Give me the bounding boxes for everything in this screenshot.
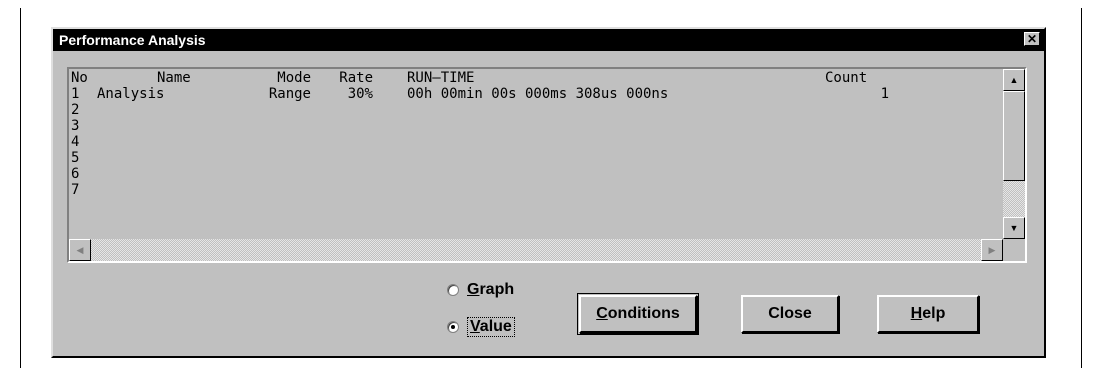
cell-mode: Range: [268, 86, 311, 102]
scroll-left-icon[interactable]: ◀: [69, 239, 91, 261]
graph-radio-icon[interactable]: [447, 284, 459, 296]
results-listbox[interactable]: No Name Mode Rate RUN–TIME Count 1 Analys…: [67, 67, 1027, 263]
table-row[interactable]: 3: [71, 118, 1001, 134]
table-row[interactable]: 4: [71, 134, 1001, 150]
close-button[interactable]: Close: [741, 295, 839, 333]
results-table: No Name Mode Rate RUN–TIME Count 1 Analys…: [71, 70, 1001, 239]
table-row[interactable]: 7: [71, 182, 1001, 198]
table-header-row: No Name Mode Rate RUN–TIME Count: [71, 70, 1001, 86]
graph-radio-option[interactable]: Graph: [447, 281, 514, 299]
cell-no: 3: [71, 118, 80, 134]
header-mode: Mode: [277, 70, 311, 86]
cell-no: 1: [71, 86, 80, 102]
value-radio-label: Value: [467, 317, 515, 337]
cell-no: 2: [71, 102, 80, 118]
header-rate: Rate: [339, 70, 373, 86]
vertical-scrollbar[interactable]: ▲ ▼: [1003, 69, 1025, 239]
graph-radio-label: Graph: [467, 281, 515, 298]
scrollbar-corner: [1003, 239, 1025, 261]
scroll-right-icon[interactable]: ▶: [981, 239, 1003, 261]
value-radio-option[interactable]: Value: [447, 317, 515, 337]
window-title: Performance Analysis: [59, 32, 206, 48]
header-name: Name: [157, 70, 191, 86]
cell-name: Analysis: [97, 86, 165, 102]
scroll-up-icon[interactable]: ▲: [1003, 69, 1025, 91]
cell-rate: 30%: [347, 86, 373, 102]
vertical-scroll-thumb[interactable]: [1003, 91, 1025, 181]
conditions-button[interactable]: Conditions: [577, 293, 699, 335]
table-row[interactable]: 5: [71, 150, 1001, 166]
cell-count: 1: [880, 86, 889, 102]
header-run-time: RUN–TIME: [407, 70, 475, 86]
table-row[interactable]: 2: [71, 102, 1001, 118]
table-row[interactable]: 6: [71, 166, 1001, 182]
close-window-icon[interactable]: ✕: [1024, 32, 1040, 46]
cell-no: 6: [71, 166, 80, 182]
cell-no: 5: [71, 150, 80, 166]
performance-analysis-dialog: Performance Analysis ✕ No Name Mode Rate…: [51, 27, 1046, 358]
scroll-down-icon[interactable]: ▼: [1003, 217, 1025, 239]
cell-no: 4: [71, 134, 80, 150]
table-row[interactable]: 1 Analysis Range 30% 00h 00min 00s 000ms 308…: [71, 86, 1001, 102]
header-count: Count: [825, 70, 868, 86]
horizontal-scrollbar[interactable]: ◀ ▶: [69, 239, 1003, 261]
value-radio-icon[interactable]: [447, 321, 459, 333]
help-button[interactable]: Help: [877, 295, 979, 333]
cell-runtime: 00h 00min 00s 000ms 308us 000ns: [407, 86, 669, 102]
header-no: No: [71, 70, 88, 86]
cell-no: 7: [71, 182, 80, 198]
title-bar: Performance Analysis ✕: [53, 29, 1044, 51]
